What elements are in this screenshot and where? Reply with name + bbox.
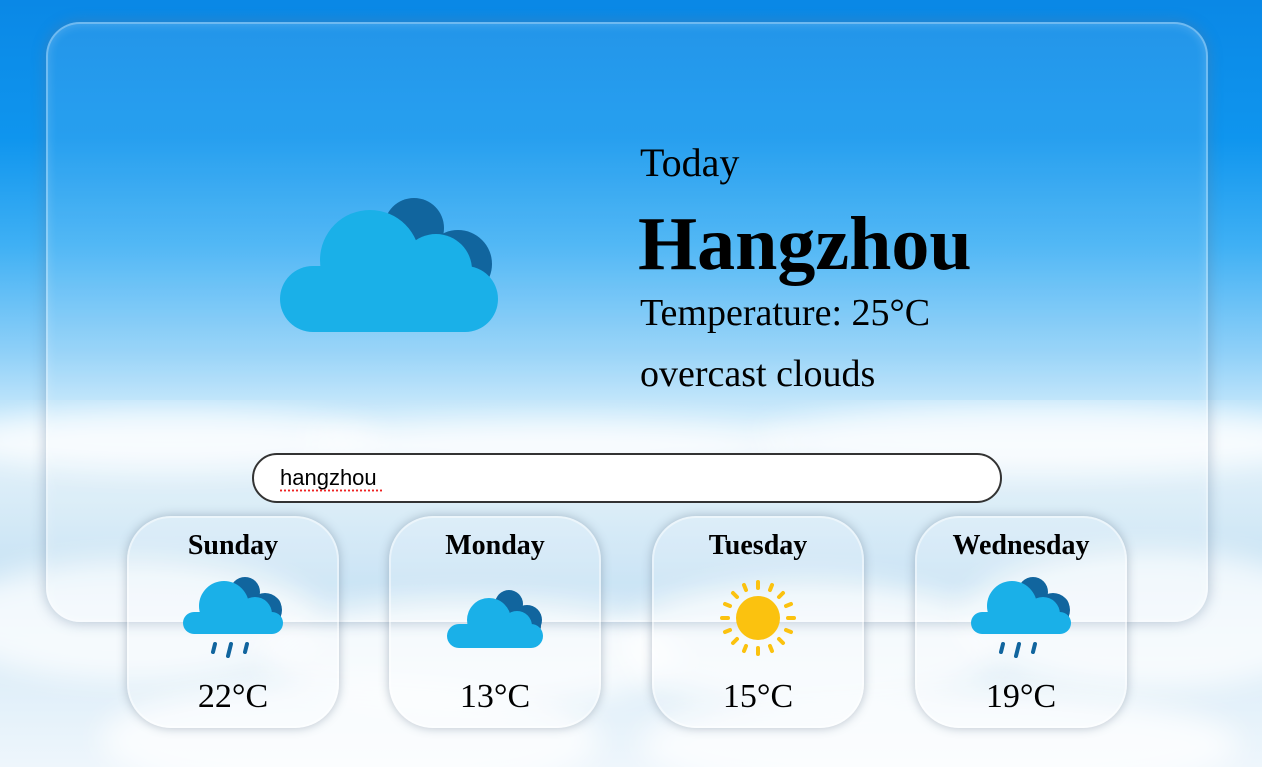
forecast-day-name: Sunday (187, 530, 279, 561)
spellcheck-underline (279, 489, 383, 492)
today-label: Today (640, 140, 740, 185)
forecast-day-name: Wednesday (952, 530, 1090, 561)
current-temperature: Temperature: 25°C (640, 292, 931, 334)
forecast-card-tuesday: Tuesday 15°C (652, 516, 864, 728)
forecast-day-name: Monday (445, 530, 545, 561)
forecast-temperature: 19°C (985, 678, 1057, 715)
rain-cloud-icon (971, 577, 1071, 658)
forecast-card-monday: Monday 13°C (389, 516, 601, 728)
forecast-card-wednesday: Wednesday 19°C (915, 516, 1127, 728)
city-search-input[interactable] (252, 453, 1002, 503)
overcast-clouds-icon (280, 198, 498, 332)
rain-cloud-icon (183, 577, 283, 658)
sun-icon (720, 580, 796, 656)
forecast-card-sunday: Sunday 22°C (127, 516, 339, 728)
forecast-temperature: 22°C (197, 678, 269, 715)
forecast-temperature: 15°C (722, 678, 794, 715)
forecast-day-name: Tuesday (708, 530, 808, 561)
weather-description: overcast clouds (640, 353, 876, 395)
city-name: Hangzhou (638, 202, 972, 286)
forecast-temperature: 13°C (459, 678, 531, 715)
cloud-icon (447, 590, 543, 648)
